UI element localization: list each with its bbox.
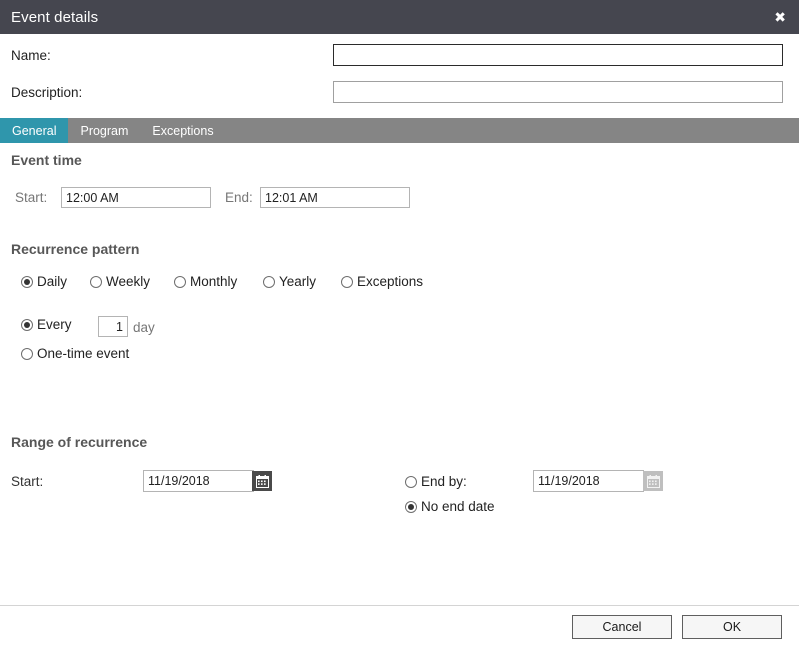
tab-bar: General Program Exceptions: [0, 118, 799, 143]
radio-exceptions-mark: [341, 275, 353, 288]
radio-weekly-label: Weekly: [106, 274, 151, 289]
close-icon[interactable]: ✖: [770, 6, 799, 28]
radio-yearly-label: Yearly: [279, 274, 317, 289]
radio-monthly[interactable]: Monthly: [174, 274, 237, 289]
radio-weekly[interactable]: Weekly: [90, 274, 150, 289]
range-of-recurrence-heading: Range of recurrence: [11, 434, 148, 450]
radio-end-by-label: End by:: [421, 474, 467, 489]
event-time-start-label: Start:: [15, 190, 48, 205]
range-start-input[interactable]: [143, 470, 254, 492]
radio-daily-mark: [21, 275, 33, 288]
radio-one-time-event[interactable]: One-time event: [21, 346, 129, 361]
dialog-footer: Cancel OK: [0, 605, 799, 648]
name-label: Name:: [11, 47, 51, 63]
recurrence-pattern-heading: Recurrence pattern: [11, 241, 140, 257]
dialog-body: Event time Start: End: Recurrence patter…: [0, 143, 799, 605]
end-by-date-input[interactable]: [533, 470, 644, 492]
name-field-row: Name:: [0, 42, 799, 68]
dialog-titlebar: Event details ✖: [0, 0, 799, 34]
radio-yearly[interactable]: Yearly: [263, 274, 316, 289]
tab-exceptions-label: Exceptions: [152, 123, 214, 138]
description-input[interactable]: [333, 81, 783, 103]
radio-one-time-event-mark: [21, 347, 33, 360]
radio-daily-label: Daily: [37, 274, 68, 289]
radio-no-end-date-label: No end date: [421, 499, 495, 514]
every-unit-label: day: [133, 320, 155, 335]
radio-exceptions-label: Exceptions: [357, 274, 424, 289]
description-label: Description:: [11, 84, 83, 100]
tab-general[interactable]: General: [0, 118, 69, 143]
name-input[interactable]: [333, 44, 783, 66]
calendar-icon-start[interactable]: [252, 471, 272, 491]
every-interval-input[interactable]: [98, 316, 128, 337]
radio-exceptions[interactable]: Exceptions: [341, 274, 423, 289]
radio-no-end-date[interactable]: No end date: [405, 499, 495, 514]
calendar-icon-end-by: [643, 471, 663, 491]
radio-every-label: Every: [37, 317, 72, 332]
ok-button[interactable]: OK: [682, 615, 782, 639]
event-time-start-input[interactable]: [61, 187, 211, 208]
event-details-dialog: Event details ✖ Name: Description: Gener…: [0, 0, 799, 648]
radio-monthly-label: Monthly: [190, 274, 238, 289]
tab-program[interactable]: Program: [68, 118, 140, 143]
tab-general-label: General: [12, 123, 57, 138]
event-time-end-label: End:: [225, 190, 253, 205]
dialog-title: Event details: [11, 8, 99, 26]
radio-end-by[interactable]: End by:: [405, 474, 467, 489]
radio-no-end-date-mark: [405, 500, 417, 513]
event-time-end-input[interactable]: [260, 187, 410, 208]
radio-end-by-mark: [405, 475, 417, 488]
range-start-label: Start:: [11, 474, 44, 489]
radio-weekly-mark: [90, 275, 102, 288]
radio-yearly-mark: [263, 275, 275, 288]
radio-one-time-event-label: One-time event: [37, 346, 130, 361]
tab-exceptions[interactable]: Exceptions: [140, 118, 225, 143]
tab-program-label: Program: [80, 123, 129, 138]
radio-monthly-mark: [174, 275, 186, 288]
radio-every[interactable]: Every: [21, 317, 72, 332]
event-time-heading: Event time: [11, 152, 82, 168]
description-field-row: Description:: [0, 79, 799, 105]
radio-every-mark: [21, 318, 33, 331]
cancel-button[interactable]: Cancel: [572, 615, 672, 639]
header-fields: Name: Description:: [0, 34, 799, 113]
radio-daily[interactable]: Daily: [21, 274, 67, 289]
